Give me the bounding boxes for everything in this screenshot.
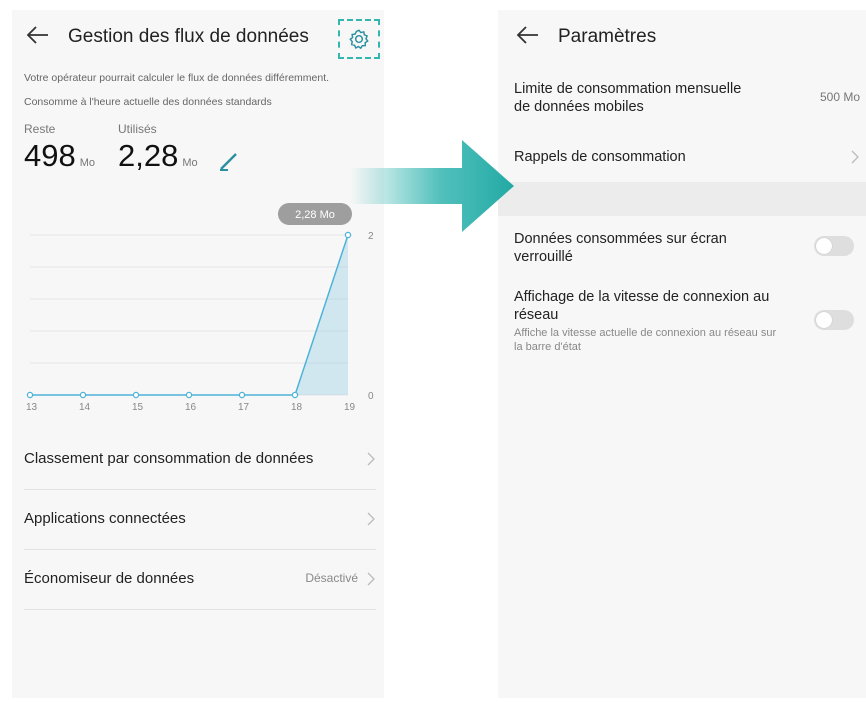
- x-tick-label: 19: [344, 402, 356, 413]
- monthly-limit-label: Limite de consommation mensuelle de donn…: [514, 81, 742, 115]
- chevron-right-icon: [367, 512, 375, 526]
- x-tick-label: 18: [291, 402, 303, 413]
- network-speed-description: Affiche la vitesse actuelle de connexion…: [514, 327, 777, 353]
- remaining-number: 498: [24, 138, 76, 173]
- used-unit: Mo: [182, 157, 198, 169]
- used-number: 2,28: [118, 138, 179, 173]
- x-tick-label: 16: [185, 402, 197, 413]
- list-item-connected-apps[interactable]: Applications connectées: [24, 490, 376, 550]
- x-tick-label: 13: [26, 402, 38, 413]
- reminders-row[interactable]: Rappels de consommation: [514, 148, 860, 166]
- data-point: [238, 391, 246, 399]
- back-arrow-icon[interactable]: [26, 24, 50, 46]
- pencil-icon[interactable]: [218, 148, 242, 172]
- network-speed-label: Affichage de la vitesse de connexion au …: [514, 289, 770, 323]
- usage-chart: 13 14 15 16 17 18 19202,28 Mo: [26, 203, 374, 413]
- operator-note: Votre opérateur pourrait calculer le flu…: [24, 72, 330, 84]
- y-tick-label: 2: [368, 231, 374, 242]
- list-item-label: Classement par consommation de données: [24, 450, 314, 467]
- used-label: Utilisés: [118, 122, 157, 136]
- list-item-data-saver[interactable]: Économiseur de données Désactivé: [24, 550, 376, 610]
- remaining-label: Reste: [24, 122, 56, 136]
- y-tick-label: 0: [368, 391, 374, 402]
- x-tick-label: 15: [132, 402, 144, 413]
- lock-screen-row: Données consommées sur écran verrouillé: [514, 230, 860, 266]
- gear-icon: [349, 29, 369, 50]
- usage-line: [30, 234, 349, 396]
- monthly-limit-row[interactable]: Limite de consommation mensuelle de donn…: [514, 80, 860, 116]
- tooltip-text: 2,28 Mo: [295, 209, 335, 221]
- remaining-value: 498 Mo: [24, 138, 95, 174]
- chevron-right-icon: [367, 572, 375, 586]
- list-item-label: Applications connectées: [24, 510, 186, 527]
- list-item-label: Économiseur de données: [24, 570, 195, 587]
- lock-screen-label: Données consommées sur écran verrouillé: [514, 231, 727, 265]
- used-value: 2,28 Mo: [118, 138, 198, 174]
- page-title: Gestion des flux de données: [68, 26, 309, 47]
- toggle-knob: [816, 238, 832, 254]
- x-tick-label: 14: [79, 402, 91, 413]
- left-header: Gestion des flux de données: [12, 10, 384, 62]
- remaining-unit: Mo: [79, 157, 96, 169]
- list-item-ranking[interactable]: Classement par consommation de données: [24, 430, 376, 490]
- section-divider: [498, 182, 866, 216]
- monthly-limit-value: 500 Mo: [819, 90, 860, 104]
- teal-arrow-icon: [350, 140, 514, 232]
- network-speed-row: Affichage de la vitesse de connexion au …: [514, 288, 860, 354]
- toggle-knob: [816, 312, 832, 328]
- data-saver-status: Désactivé: [305, 571, 358, 585]
- data-point: [132, 391, 140, 399]
- data-management-screen: Gestion des flux de données Votre opérat…: [12, 10, 384, 698]
- reminders-label: Rappels de consommation: [514, 149, 686, 165]
- current-usage-note: Consomme à l'heure actuelle des données …: [24, 96, 272, 108]
- back-arrow-icon[interactable]: [516, 24, 540, 46]
- data-point: [185, 391, 193, 399]
- data-point: [291, 391, 299, 399]
- right-header: Paramètres: [498, 10, 866, 62]
- settings-screen: Paramètres Limite de consommation mensue…: [498, 10, 866, 698]
- lock-screen-toggle[interactable]: [814, 236, 854, 256]
- page-title: Paramètres: [558, 26, 657, 47]
- x-tick-label: 17: [238, 402, 250, 413]
- data-point: [344, 231, 352, 239]
- data-point: [26, 391, 34, 399]
- data-point: [79, 391, 87, 399]
- chevron-right-icon: [851, 150, 859, 164]
- chevron-right-icon: [367, 452, 375, 466]
- settings-button[interactable]: [338, 19, 380, 59]
- usage-area: [30, 235, 348, 395]
- network-speed-toggle[interactable]: [814, 310, 854, 330]
